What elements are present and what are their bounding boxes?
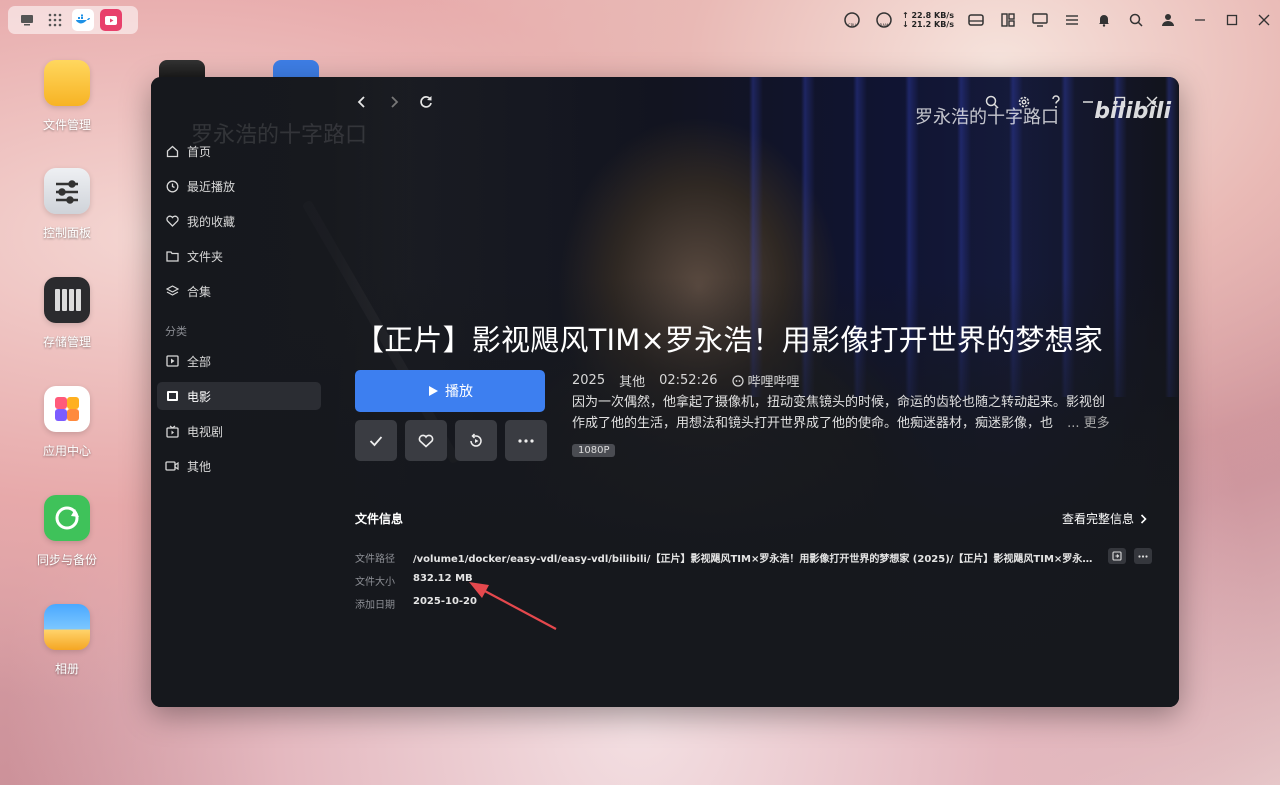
app-grid-icon[interactable]: [44, 9, 66, 31]
show-desktop-icon[interactable]: [16, 9, 38, 31]
desktop-icon-app-center[interactable]: 应用中心: [22, 386, 112, 459]
notification-bell-icon[interactable]: [1088, 6, 1120, 34]
cpu-label: CPU: [848, 23, 856, 28]
ram-gauge-icon[interactable]: RAM: [868, 6, 900, 34]
taskbar: CPU RAM ↑ 22.8 KB/s ↓ 21.2 KB/s: [0, 0, 1280, 40]
net-upload: ↑ 22.8 KB/s: [902, 11, 954, 20]
maximize-desktop-icon[interactable]: [1216, 6, 1248, 34]
desktop-icon-label: 存储管理: [42, 335, 91, 349]
sliders-icon: [44, 168, 90, 214]
desktop-icon-label: 应用中心: [42, 444, 91, 458]
settings-sliders-icon[interactable]: [1056, 6, 1088, 34]
taskbar-right-group: CPU RAM ↑ 22.8 KB/s ↓ 21.2 KB/s: [836, 6, 1280, 34]
network-speed: ↑ 22.8 KB/s ↓ 21.2 KB/s: [902, 11, 954, 29]
user-avatar-icon[interactable]: [1152, 6, 1184, 34]
desktop-icon-storage[interactable]: 存储管理: [22, 277, 112, 350]
desktop-icon-label: 相册: [54, 662, 79, 676]
desktop-icon-label: 同步与备份: [36, 553, 97, 567]
storage-icon[interactable]: [960, 6, 992, 34]
storage-drives-icon: [44, 277, 90, 323]
cpu-gauge-icon[interactable]: CPU: [836, 6, 868, 34]
search-icon[interactable]: [1120, 6, 1152, 34]
app-center-icon: [44, 386, 90, 432]
desktop-icon-file-manager[interactable]: 文件管理: [22, 60, 112, 133]
desktop-icon-control-panel[interactable]: 控制面板: [22, 168, 112, 241]
video-app-icon[interactable]: [100, 9, 122, 31]
folder-icon: [44, 60, 90, 106]
desktop-icon-label: 控制面板: [42, 226, 91, 240]
widgets-icon[interactable]: [992, 6, 1024, 34]
monitor-icon[interactable]: [1024, 6, 1056, 34]
minimize-desktop-icon[interactable]: [1184, 6, 1216, 34]
sync-icon: [44, 495, 90, 541]
desktop-icon-sync-backup[interactable]: 同步与备份: [22, 495, 112, 568]
media-player-window: 罗永浩的十字路口 罗永浩的十字路口 bilibili 首页 最近播放 我的收藏 …: [151, 77, 1179, 707]
docker-app-icon[interactable]: [72, 9, 94, 31]
desktop-icon-photos[interactable]: 相册: [22, 604, 112, 677]
clapperboard-icon[interactable]: [159, 60, 205, 78]
close-desktop-icon[interactable]: [1248, 6, 1280, 34]
net-download: ↓ 21.2 KB/s: [902, 20, 954, 29]
taskbar-left-group: [8, 6, 138, 34]
ram-label: RAM: [880, 23, 889, 28]
photos-icon: [44, 604, 90, 650]
annotation-arrow: [469, 582, 557, 630]
desktop-icon-label: 文件管理: [42, 118, 91, 132]
partial-app-icon[interactable]: [273, 60, 319, 78]
